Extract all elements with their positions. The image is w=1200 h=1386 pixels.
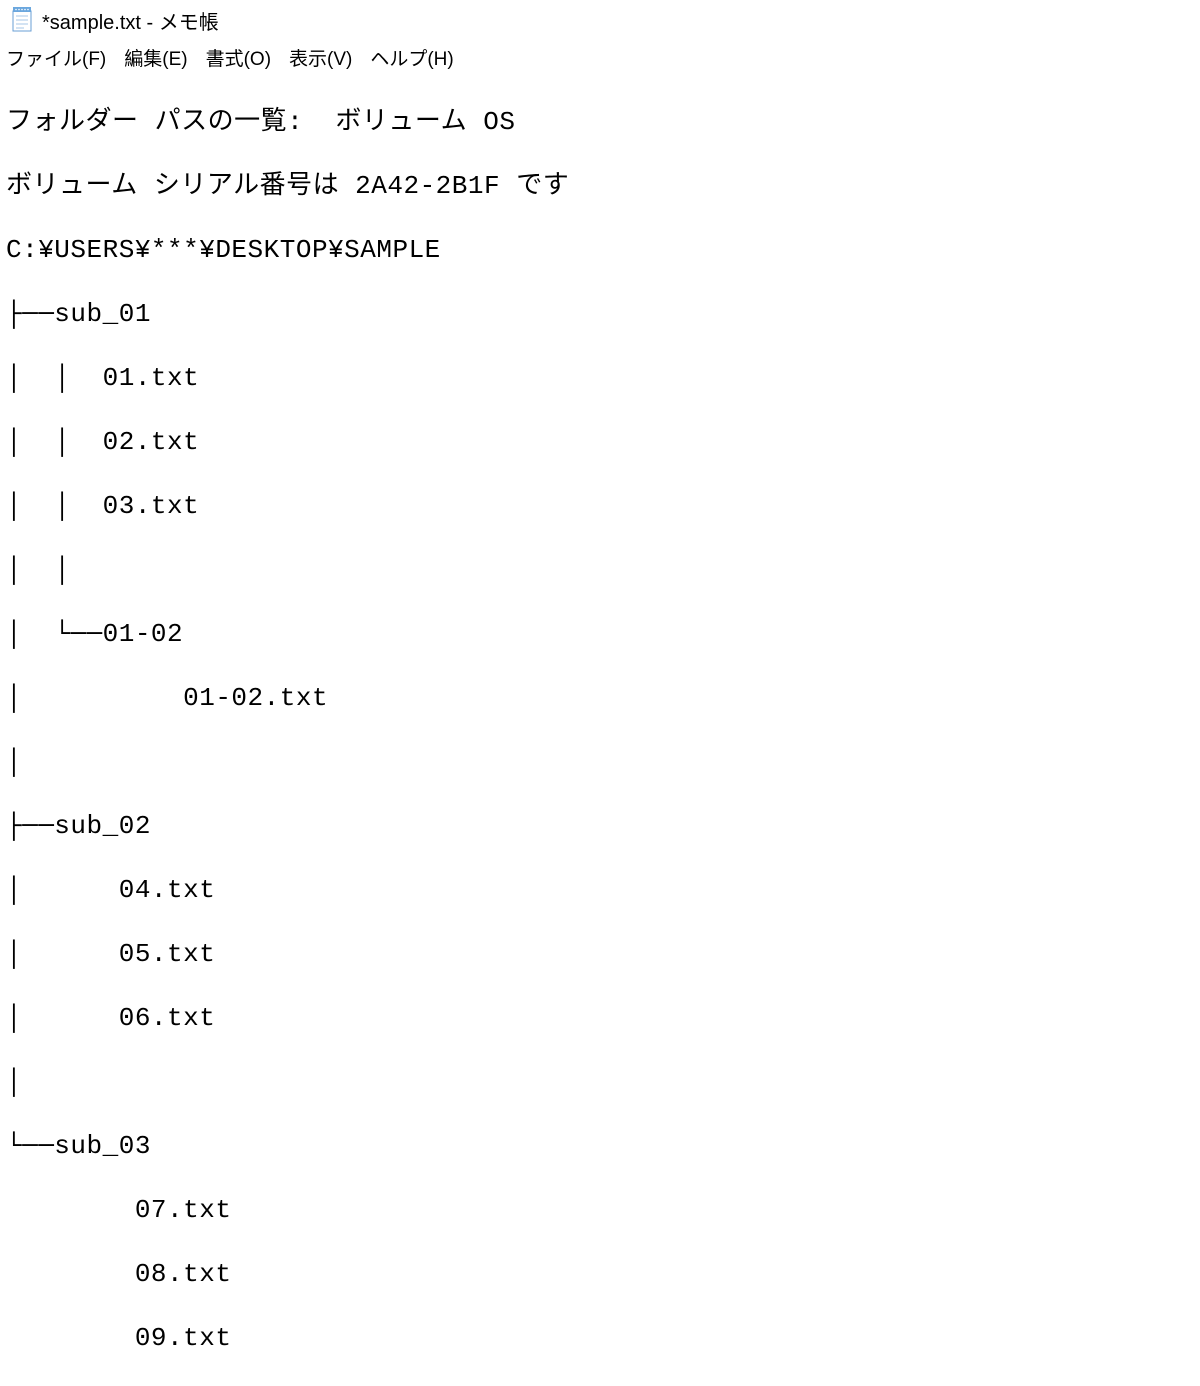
menu-edit[interactable]: 編集(E) bbox=[120, 42, 191, 73]
content-line: 08.txt bbox=[6, 1258, 1194, 1290]
content-line: フォルダー パスの一覧: ボリューム OS bbox=[6, 106, 1194, 138]
content-line: │ │ 02.txt bbox=[6, 426, 1194, 458]
content-line: │ bbox=[6, 746, 1194, 778]
content-line: │ └──01-02 bbox=[6, 618, 1194, 650]
content-line: 07.txt bbox=[6, 1194, 1194, 1226]
content-line: │ 05.txt bbox=[6, 938, 1194, 970]
content-line: │ 04.txt bbox=[6, 874, 1194, 906]
content-line: │ bbox=[6, 1066, 1194, 1098]
title-bar: *sample.txt - メモ帳 bbox=[0, 0, 1200, 40]
content-line: │ │ 03.txt bbox=[6, 490, 1194, 522]
content-line: │ │ 01.txt bbox=[6, 362, 1194, 394]
menu-format[interactable]: 書式(O) bbox=[202, 42, 275, 73]
menu-view[interactable]: 表示(V) bbox=[285, 42, 356, 73]
notepad-icon bbox=[10, 6, 34, 34]
content-line: │ 01-02.txt bbox=[6, 682, 1194, 714]
text-editor-content[interactable]: フォルダー パスの一覧: ボリューム OS ボリューム シリアル番号は 2A42… bbox=[0, 74, 1200, 1386]
menu-bar: ファイル(F) 編集(E) 書式(O) 表示(V) ヘルプ(H) bbox=[0, 40, 1200, 74]
content-line: ボリューム シリアル番号は 2A42-2B1F です bbox=[6, 170, 1194, 202]
menu-help[interactable]: ヘルプ(H) bbox=[366, 42, 457, 73]
content-line: ├──sub_02 bbox=[6, 810, 1194, 842]
menu-file[interactable]: ファイル(F) bbox=[2, 42, 110, 73]
content-line: │ │ bbox=[6, 554, 1194, 586]
content-line: 09.txt bbox=[6, 1322, 1194, 1354]
content-line: │ 06.txt bbox=[6, 1002, 1194, 1034]
content-line: └──sub_03 bbox=[6, 1130, 1194, 1162]
content-line: ├──sub_01 bbox=[6, 298, 1194, 330]
content-line: C:¥USERS¥***¥DESKTOP¥SAMPLE bbox=[6, 234, 1194, 266]
window-title: *sample.txt - メモ帳 bbox=[42, 6, 219, 35]
